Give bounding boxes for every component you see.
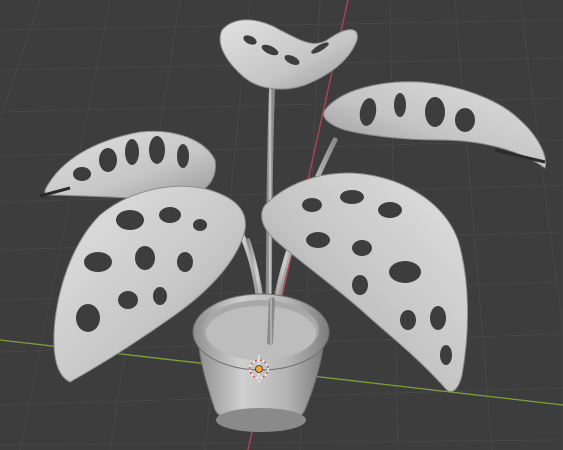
leaf-back-right [323, 81, 547, 169]
viewport-canvas[interactable] [0, 0, 563, 450]
plant-model[interactable] [39, 19, 547, 432]
leaf-top [219, 19, 358, 90]
3d-viewport[interactable] [0, 0, 563, 450]
